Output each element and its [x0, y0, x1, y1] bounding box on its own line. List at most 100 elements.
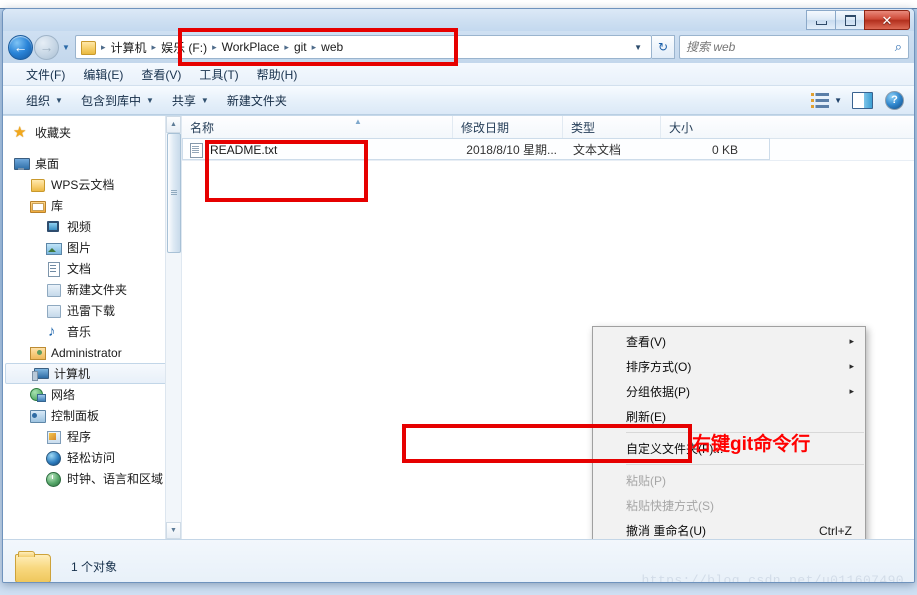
sidebar-item-label: 音乐	[67, 325, 92, 339]
sidebar-item-picture[interactable]: 图片	[3, 237, 181, 258]
sidebar-item-new-folder[interactable]: 新建文件夹	[3, 279, 181, 300]
context-menu-item-p: 粘贴(P)	[593, 468, 865, 493]
scroll-down-button[interactable]: ▼	[166, 522, 181, 539]
new-folder-icon	[45, 282, 62, 298]
forward-button[interactable]: →	[34, 34, 59, 60]
preview-pane-icon[interactable]	[852, 91, 873, 109]
sidebar-item-label: WPS云文档	[51, 178, 115, 192]
context-menu-item-v[interactable]: 查看(V) ▸	[593, 329, 865, 354]
breadcrumb-separator[interactable]: ▸	[309, 42, 320, 53]
breadcrumb-item-computer[interactable]: 计算机	[109, 39, 149, 56]
sidebar-item-user[interactable]: Administrator	[3, 342, 181, 363]
toolbar-new-folder-label: 新建文件夹	[226, 93, 287, 108]
context-menu-item-s: 粘贴快捷方式(S)	[593, 493, 865, 518]
breadcrumb-item-drive[interactable]: 娱乐 (F:)	[159, 39, 209, 56]
column-header-size[interactable]: 大小	[661, 116, 746, 138]
menu-item-edit[interactable]: 编辑(E)	[74, 64, 132, 85]
context-menu-item-label: 分组依据(P)	[626, 385, 690, 399]
search-input[interactable]	[684, 39, 893, 55]
search-box[interactable]: ⌕	[679, 35, 909, 59]
chevron-down-icon[interactable]: ▼	[629, 43, 647, 52]
breadcrumb-separator[interactable]: ▸	[209, 42, 220, 53]
control-panel-icon	[29, 408, 46, 424]
search-icon[interactable]: ⌕	[893, 39, 904, 55]
breadcrumb-item-web[interactable]: web	[319, 40, 345, 54]
maximize-button[interactable]	[835, 10, 865, 30]
navigation-pane: 收藏夹桌面 WPS云文档库视频图片文档新建文件夹迅雷下载音乐 Administrat…	[3, 116, 182, 539]
chevron-down-icon[interactable]: ▼	[831, 96, 850, 105]
sidebar-item-computer[interactable]: 计算机	[5, 363, 179, 384]
sidebar-item-label: 库	[51, 199, 64, 213]
sidebar-item-library[interactable]: 库	[3, 195, 181, 216]
help-icon[interactable]: ?	[885, 90, 904, 110]
sidebar-item-network[interactable]: 网络	[3, 384, 181, 405]
sidebar-scrollbar[interactable]: ▲ ▼	[165, 116, 181, 539]
context-menu-item-p[interactable]: 分组依据(P) ▸	[593, 379, 865, 404]
chevron-right-icon: ▸	[849, 386, 854, 396]
watermark: https://blog.csdn.net/u011607490	[641, 573, 904, 583]
sidebar-item-clock[interactable]: 时钟、语言和区域	[3, 468, 181, 489]
context-menu-item-u[interactable]: 撤消 重命名(U) Ctrl+Z	[593, 518, 865, 539]
sidebar-item-music[interactable]: 音乐	[3, 321, 181, 342]
sidebar-item-star[interactable]: 收藏夹	[3, 122, 181, 143]
recent-pages-dropdown[interactable]: ▼	[59, 43, 73, 52]
sidebar-item-control-panel[interactable]: 控制面板	[3, 405, 181, 426]
sidebar-item-folder[interactable]: WPS云文档	[3, 174, 181, 195]
sidebar-item-label: 时钟、语言和区域	[67, 472, 164, 486]
toolbar-share-button[interactable]: 共享 ▼	[163, 89, 218, 112]
context-menu-shortcut: Ctrl+Z	[819, 523, 852, 538]
sidebar-item-video[interactable]: 视频	[3, 216, 181, 237]
forward-arrow-icon: →	[39, 39, 54, 55]
breadcrumb-item-workplace[interactable]: WorkPlace	[220, 40, 282, 54]
sidebar-item-label: 网络	[51, 388, 76, 402]
column-header-date[interactable]: 修改日期	[453, 116, 563, 138]
sidebar-item-label: 图片	[67, 241, 92, 255]
sidebar-item-program[interactable]: 程序	[3, 426, 181, 447]
menu-item-tools[interactable]: 工具(T)	[190, 64, 247, 85]
close-icon: ✕	[881, 12, 893, 28]
file-name-label: README.txt	[210, 142, 278, 157]
breadcrumb[interactable]: ▸ 计算机 ▸ 娱乐 (F:) ▸ WorkPlace ▸ git ▸ web …	[75, 35, 652, 59]
back-button[interactable]: ←	[8, 34, 33, 60]
breadcrumb-item-git[interactable]: git	[292, 40, 309, 54]
close-button[interactable]: ✕	[864, 10, 910, 30]
context-menu-item-label: 刷新(E)	[626, 410, 666, 424]
sidebar-item-label: 迅雷下载	[67, 304, 116, 318]
table-row[interactable]: README.txt 2018/8/10 星期... 文本文档 0 KB	[182, 139, 914, 161]
breadcrumb-separator[interactable]: ▸	[281, 42, 292, 53]
sidebar-item-label: Administrator	[51, 345, 122, 360]
address-bar: ← → ▼ ▸ 计算机 ▸ 娱乐 (F:) ▸ WorkPlace ▸ git …	[3, 31, 914, 63]
folder-icon	[15, 550, 53, 582]
scrollbar-thumb[interactable]	[167, 133, 181, 253]
menu-item-file[interactable]: 文件(F)	[17, 64, 74, 85]
change-view-icon[interactable]	[811, 92, 830, 109]
desktop-icon	[13, 156, 30, 172]
column-header-name[interactable]: 名称	[182, 116, 453, 138]
sidebar-item-document[interactable]: 文档	[3, 258, 181, 279]
file-list-pane: 名称 修改日期 类型 大小 ▲ README.txt 2018/8/10 星期..…	[182, 116, 914, 539]
context-menu-item-o[interactable]: 排序方式(O) ▸	[593, 354, 865, 379]
toolbar-organize-button[interactable]: 组织 ▼	[17, 89, 72, 112]
toolbar-new-folder-button[interactable]: 新建文件夹	[218, 89, 296, 112]
sidebar-item-new-folder[interactable]: 迅雷下载	[3, 300, 181, 321]
folder-icon	[80, 40, 96, 55]
file-name-cell[interactable]: README.txt	[182, 142, 453, 158]
menu-item-view[interactable]: 查看(V)	[132, 64, 190, 85]
window-titlebar: ✕	[3, 9, 914, 31]
column-header-type[interactable]: 类型	[563, 116, 661, 138]
toolbar-include-in-library-button[interactable]: 包含到库中 ▼	[72, 89, 163, 112]
menu-item-help[interactable]: 帮助(H)	[248, 64, 307, 85]
sidebar-item-ease-of-access[interactable]: 轻松访问	[3, 447, 181, 468]
sidebar-item-desktop[interactable]: 桌面	[3, 153, 181, 174]
network-icon	[29, 387, 46, 403]
minimize-button[interactable]	[806, 10, 836, 30]
toolbar-right-group: ▼ ?	[811, 90, 914, 110]
star-icon	[13, 125, 30, 141]
context-menu-item-e[interactable]: 刷新(E)	[593, 404, 865, 429]
computer-icon	[32, 366, 49, 382]
explorer-window: ✕ ← → ▼ ▸ 计算机 ▸ 娱乐 (F:) ▸ WorkPlace ▸ gi…	[2, 8, 915, 583]
refresh-button[interactable]: ↻	[652, 35, 675, 59]
scroll-up-button[interactable]: ▲	[166, 116, 181, 133]
breadcrumb-separator[interactable]: ▸	[149, 42, 160, 53]
context-menu-item-label: 粘贴快捷方式(S)	[626, 499, 714, 513]
